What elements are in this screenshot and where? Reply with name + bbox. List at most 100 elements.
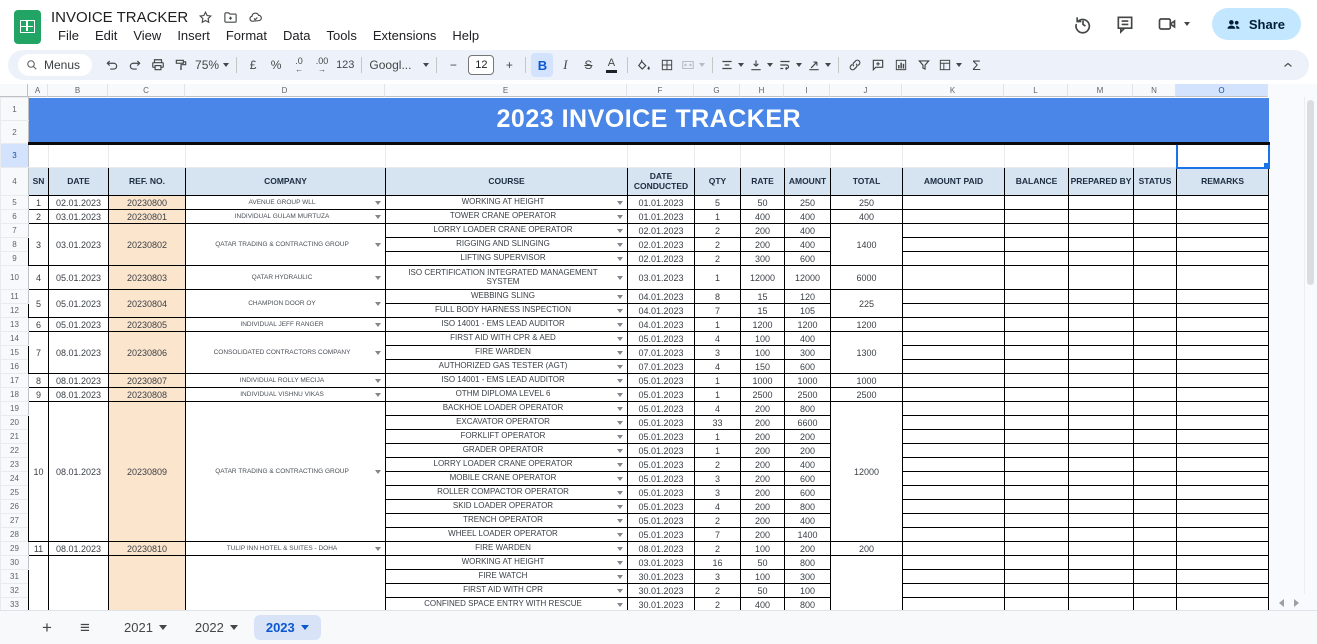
cell-status[interactable] (1133, 289, 1177, 304)
cell-remarks[interactable] (1175, 499, 1270, 514)
cell-rate[interactable]: 200 (740, 457, 785, 472)
dropdown-caret-icon[interactable] (617, 504, 623, 509)
cell-course[interactable]: FIRE WATCH (385, 569, 628, 584)
text-color-button[interactable]: A (600, 53, 622, 77)
cell-sn[interactable]: 6 (28, 317, 49, 332)
cell-amount[interactable]: 800 (784, 401, 831, 416)
cell-course[interactable]: LORRY LOADER CRANE OPERATOR (385, 223, 628, 238)
cell-qty[interactable]: 3 (694, 569, 741, 584)
column-header-H[interactable]: H (740, 84, 784, 97)
cell-rate[interactable]: 200 (740, 499, 785, 514)
cell-prepared-by[interactable] (1068, 457, 1134, 472)
cell-status[interactable] (1133, 569, 1177, 584)
dropdown-caret-icon[interactable] (617, 602, 623, 607)
cell-qty[interactable]: 2 (694, 251, 741, 266)
cell-rate[interactable]: 200 (740, 429, 785, 444)
cell-balance[interactable] (1004, 471, 1069, 486)
cell-company[interactable]: QATAR TRADING & CONTRACTING GROUP (185, 401, 386, 542)
cell-course[interactable]: FIRST AID WITH CPR & AED (385, 331, 628, 346)
sheets-logo-icon[interactable] (14, 10, 41, 44)
cell-ref-no[interactable]: 20230800 (108, 195, 186, 210)
cell-rate[interactable]: 200 (740, 237, 785, 252)
cell-qty[interactable]: 4 (694, 331, 741, 346)
cell-date-conducted[interactable]: 05.01.2023 (627, 513, 695, 528)
cell-date[interactable]: 08.01.2023 (48, 387, 109, 402)
cell-status[interactable] (1133, 345, 1177, 360)
dropdown-caret-icon[interactable] (617, 228, 623, 233)
cell-status[interactable] (1133, 359, 1177, 374)
cell-date[interactable]: 08.01.2023 (48, 401, 109, 542)
cell-prepared-by[interactable] (1068, 527, 1134, 542)
cell-course[interactable]: WORKING AT HEIGHT (385, 555, 628, 570)
cell-rate[interactable]: 200 (740, 415, 785, 430)
cell-remarks[interactable] (1175, 485, 1270, 500)
cell-balance[interactable] (1004, 457, 1069, 472)
cell-date-conducted[interactable]: 04.01.2023 (627, 289, 695, 304)
column-header-L[interactable]: L (1004, 84, 1068, 97)
cell-sn[interactable]: 11 (28, 541, 49, 556)
cell-date[interactable]: 08.01.2023 (48, 541, 109, 556)
cell-date-conducted[interactable]: 30.01.2023 (627, 597, 695, 610)
cell-prepared-by[interactable] (1068, 359, 1134, 374)
cell-status[interactable] (1133, 457, 1177, 472)
cell-balance[interactable] (1004, 209, 1069, 224)
dropdown-caret-icon[interactable] (375, 392, 381, 397)
cell-remarks[interactable] (1175, 471, 1270, 486)
cell-remarks[interactable] (1175, 583, 1270, 598)
cell-qty[interactable]: 1 (694, 443, 741, 458)
cell-date-conducted[interactable]: 30.01.2023 (627, 583, 695, 598)
cell-amount-paid[interactable] (902, 265, 1005, 290)
cell-total[interactable]: 6000 (830, 265, 903, 290)
dropdown-caret-icon[interactable] (375, 322, 381, 327)
dropdown-caret-icon[interactable] (617, 420, 623, 425)
empty-cell[interactable] (1068, 143, 1134, 168)
cell-amount[interactable]: 400 (784, 209, 831, 224)
cell-status[interactable] (1133, 485, 1177, 500)
cell-remarks[interactable] (1175, 555, 1270, 570)
dropdown-caret-icon[interactable] (617, 364, 623, 369)
cell-amount-paid[interactable] (902, 457, 1005, 472)
cell-amount-paid[interactable] (902, 359, 1005, 374)
sheet-tab-2023[interactable]: 2023 (253, 615, 321, 640)
cell-rate[interactable]: 400 (740, 597, 785, 610)
cell-amount-paid[interactable] (902, 317, 1005, 332)
merge-cells-button[interactable] (679, 53, 707, 77)
cell-date-conducted[interactable]: 04.01.2023 (627, 317, 695, 332)
cell-total[interactable]: 1400 (830, 223, 903, 266)
cell-amount[interactable]: 1000 (784, 373, 831, 388)
cell-rate[interactable]: 12000 (740, 265, 785, 290)
cell-remarks[interactable] (1175, 597, 1270, 610)
cell-status[interactable] (1133, 527, 1177, 542)
cell-course[interactable]: ISO CERTIFICATION INTEGRATED MANAGEMENT … (385, 265, 628, 290)
cell-course[interactable]: SKID LOADER OPERATOR (385, 499, 628, 514)
table-views-button[interactable] (936, 53, 964, 77)
cell-ref-no[interactable]: 20230810 (108, 541, 186, 556)
cell-course[interactable]: ISO 14001 - EMS LEAD AUDITOR (385, 317, 628, 332)
menu-file[interactable]: File (51, 27, 86, 44)
redo-button[interactable] (124, 53, 146, 77)
cell-amount[interactable]: 300 (784, 345, 831, 360)
dropdown-caret-icon[interactable] (617, 462, 623, 467)
cell-total[interactable]: 12000 (830, 401, 903, 542)
font-size-input[interactable]: 12 (468, 55, 495, 75)
cell-rate[interactable]: 2500 (740, 387, 785, 402)
column-header-I[interactable]: I (784, 84, 830, 97)
cell-amount[interactable]: 105 (784, 303, 831, 318)
dropdown-caret-icon[interactable] (617, 406, 623, 411)
dropdown-caret-icon[interactable] (617, 546, 623, 551)
sheet-tab-2022[interactable]: 2022 (183, 615, 250, 640)
cell-prepared-by[interactable] (1068, 265, 1134, 290)
column-header-D[interactable]: D (185, 84, 385, 97)
cell-ref-no[interactable]: 20230805 (108, 317, 186, 332)
cell-amount-paid[interactable] (902, 485, 1005, 500)
comments-icon[interactable] (1115, 14, 1135, 34)
cell-rate[interactable]: 100 (740, 569, 785, 584)
cell-remarks[interactable] (1175, 387, 1270, 402)
insert-chart-button[interactable] (890, 53, 912, 77)
menu-tools[interactable]: Tools (319, 27, 363, 44)
cell-date-conducted[interactable]: 05.01.2023 (627, 457, 695, 472)
currency-format-button[interactable]: £ (242, 53, 264, 77)
cell-course[interactable]: BACKHOE LOADER OPERATOR (385, 401, 628, 416)
cell-prepared-by[interactable] (1068, 209, 1134, 224)
dropdown-caret-icon[interactable] (617, 256, 623, 261)
